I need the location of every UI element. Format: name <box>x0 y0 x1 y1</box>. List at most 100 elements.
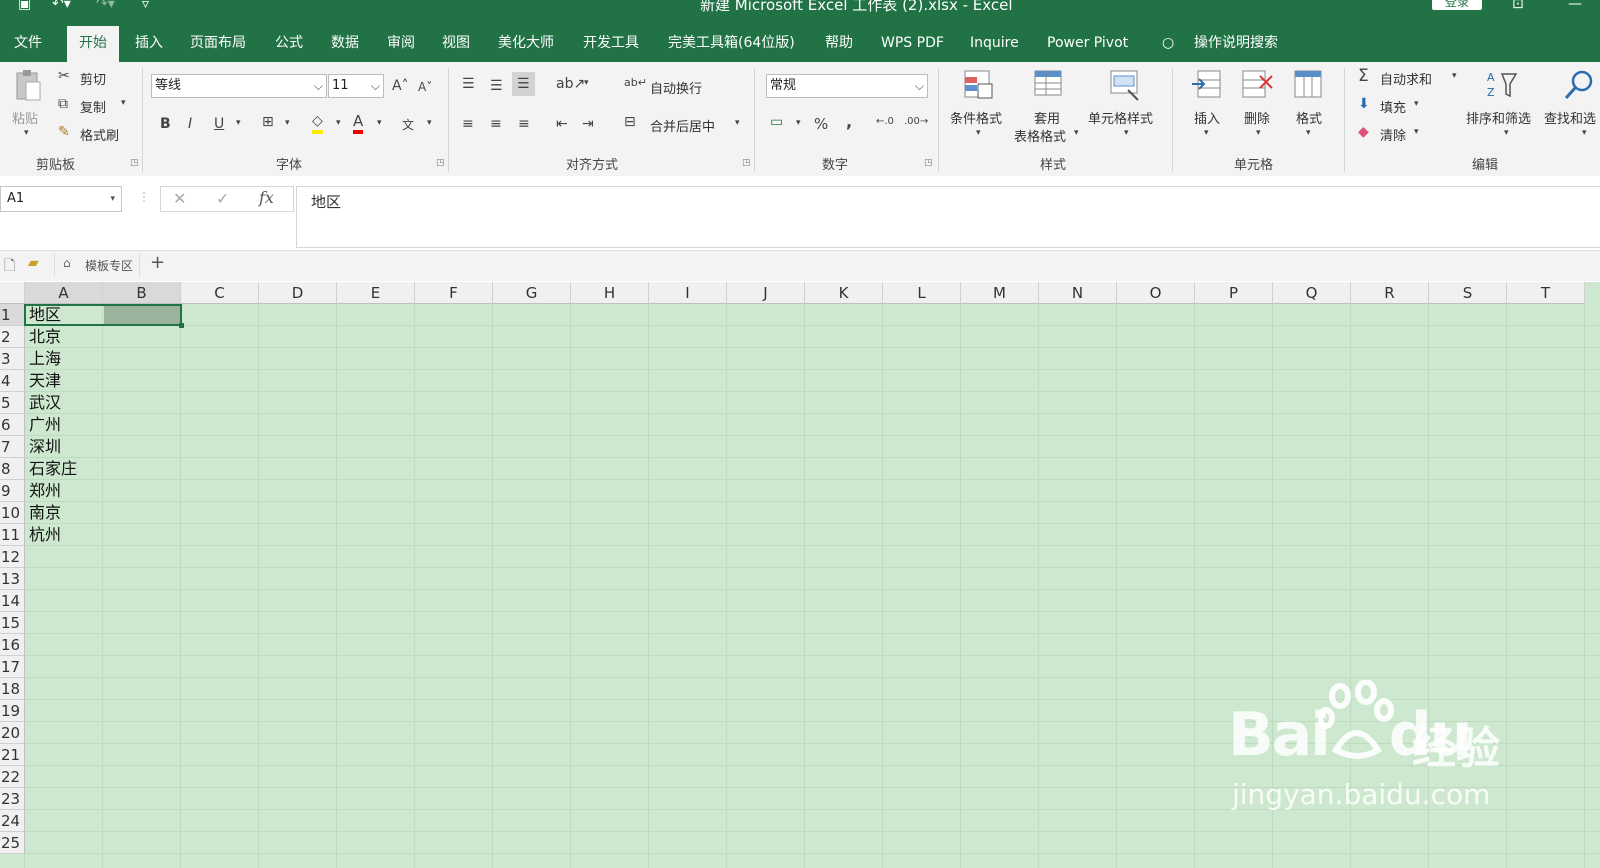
autosum-icon[interactable]: Σ <box>1358 66 1369 86</box>
fill-button[interactable]: 填充 <box>1380 97 1406 116</box>
cell-styles-icon[interactable] <box>1108 68 1142 102</box>
column-header-q[interactable]: Q <box>1273 282 1351 304</box>
row-header-25[interactable]: 25 <box>0 832 25 854</box>
column-header-e[interactable]: E <box>337 282 415 304</box>
row-header-15[interactable]: 15 <box>0 612 25 634</box>
autosum-button[interactable]: 自动求和 <box>1380 69 1432 88</box>
tab-inquire[interactable]: Inquire <box>970 24 1019 62</box>
chevron-down-icon[interactable]: ⌵ <box>314 75 323 97</box>
underline-dropdown-icon[interactable]: ▾ <box>236 118 241 128</box>
bold-button[interactable]: B <box>160 116 171 132</box>
merge-center-button[interactable]: 合并后居中 <box>650 116 715 135</box>
percent-button[interactable]: % <box>814 115 828 133</box>
cell-a2[interactable]: 北京 <box>25 326 61 348</box>
find-select-icon[interactable] <box>1562 68 1596 102</box>
delete-cells-icon[interactable] <box>1240 68 1274 102</box>
format-dropdown-icon[interactable]: ▾ <box>1306 128 1311 138</box>
format-cells-button[interactable]: 格式 <box>1296 108 1322 127</box>
column-header-h[interactable]: H <box>571 282 649 304</box>
tab-review[interactable]: 审阅 <box>387 24 415 62</box>
column-header-d[interactable]: D <box>259 282 337 304</box>
save-icon[interactable]: ▣ <box>18 0 31 12</box>
row-header-21[interactable]: 21 <box>0 744 25 766</box>
column-header-n[interactable]: N <box>1039 282 1117 304</box>
row-header-5[interactable]: 5 <box>0 392 25 414</box>
row-header-6[interactable]: 6 <box>0 414 25 436</box>
tab-insert[interactable]: 插入 <box>135 24 163 62</box>
tab-file[interactable]: 文件 <box>14 24 42 62</box>
conditional-format-button[interactable]: 条件格式 <box>950 108 1002 127</box>
cell-a3[interactable]: 上海 <box>25 348 61 370</box>
select-all-corner[interactable] <box>0 282 25 304</box>
formula-input[interactable]: 地区 <box>296 186 1600 248</box>
customize-qat-icon[interactable]: ▿ <box>142 0 149 12</box>
fill-color-dropdown-icon[interactable]: ▾ <box>336 118 341 128</box>
align-bottom-icon[interactable]: ☰ <box>512 72 535 96</box>
increase-decimal-icon[interactable]: ←.0 <box>876 116 894 127</box>
tab-power-pivot[interactable]: Power Pivot <box>1047 24 1128 62</box>
font-name-combo[interactable]: 等线 ⌵ <box>151 74 327 98</box>
fill-down-icon[interactable]: ⬇ <box>1358 96 1370 112</box>
cell-a11[interactable]: 杭州 <box>25 524 61 546</box>
cell-a5[interactable]: 武汉 <box>25 392 61 414</box>
tab-beautify[interactable]: 美化大师 <box>498 24 554 62</box>
row-header-24[interactable]: 24 <box>0 810 25 832</box>
add-tab-button[interactable]: + <box>150 252 165 273</box>
row-header-16[interactable]: 16 <box>0 634 25 656</box>
align-center-icon[interactable]: ≡ <box>490 116 502 132</box>
tab-wps-pdf[interactable]: WPS PDF <box>881 24 944 62</box>
phonetic-button[interactable]: 文 <box>402 116 414 133</box>
tab-toolbox[interactable]: 完美工具箱(64位版) <box>668 24 795 62</box>
column-header-o[interactable]: O <box>1117 282 1195 304</box>
cell-styles-button[interactable]: 单元格样式 <box>1088 108 1153 127</box>
login-button[interactable]: 登录 <box>1432 0 1482 10</box>
column-header-a[interactable]: A <box>25 282 103 304</box>
tab-view[interactable]: 视图 <box>442 24 470 62</box>
number-launcher-icon[interactable]: ◳ <box>924 158 933 168</box>
copy-button[interactable]: 复制 <box>80 97 106 116</box>
grow-font-icon[interactable]: A˄ <box>392 78 409 94</box>
row-header-22[interactable]: 22 <box>0 766 25 788</box>
fill-handle[interactable] <box>179 323 184 328</box>
delete-cells-button[interactable]: 删除 <box>1244 108 1270 127</box>
alignment-launcher-icon[interactable]: ◳ <box>742 158 751 168</box>
clear-dropdown-icon[interactable]: ▾ <box>1414 127 1419 137</box>
row-header-4[interactable]: 4 <box>0 370 25 392</box>
delete-dropdown-icon[interactable]: ▾ <box>1256 128 1261 138</box>
tell-me-search[interactable]: 操作说明搜索 <box>1194 24 1278 62</box>
chevron-down-icon[interactable]: ⌵ <box>915 75 924 97</box>
row-header-17[interactable]: 17 <box>0 656 25 678</box>
column-header-c[interactable]: C <box>181 282 259 304</box>
wrap-text-button[interactable]: 自动换行 <box>650 78 702 97</box>
name-box-dropdown-icon[interactable]: ▾ <box>110 187 115 211</box>
comma-button[interactable]: , <box>846 112 852 131</box>
decrease-indent-icon[interactable]: ⇤ <box>556 116 568 132</box>
cut-icon[interactable]: ✂ <box>58 68 70 84</box>
font-size-combo[interactable]: 11 ⌵ <box>328 74 384 98</box>
row-header-2[interactable]: 2 <box>0 326 25 348</box>
column-header-f[interactable]: F <box>415 282 493 304</box>
clipboard-launcher-icon[interactable]: ◳ <box>130 158 139 168</box>
insert-function-button[interactable]: fx <box>259 188 274 207</box>
name-box[interactable]: A1 ▾ <box>0 186 122 212</box>
paste-label[interactable]: 粘贴 <box>12 108 38 127</box>
column-header-p[interactable]: P <box>1195 282 1273 304</box>
format-painter-icon[interactable]: ✎ <box>58 124 70 140</box>
row-header-10[interactable]: 10 <box>0 502 25 524</box>
column-header-k[interactable]: K <box>805 282 883 304</box>
cell-a10[interactable]: 南京 <box>25 502 61 524</box>
font-launcher-icon[interactable]: ◳ <box>436 158 445 168</box>
column-header-l[interactable]: L <box>883 282 961 304</box>
accounting-format-icon[interactable]: ▭ <box>770 114 783 130</box>
orientation-icon[interactable]: ab↗ <box>556 76 585 92</box>
merge-center-icon[interactable]: ⊟ <box>624 114 636 130</box>
tab-home[interactable]: 开始 <box>67 26 119 62</box>
lightbulb-icon[interactable]: ○ <box>1162 24 1174 62</box>
row-header-19[interactable]: 19 <box>0 700 25 722</box>
row-header-8[interactable]: 8 <box>0 458 25 480</box>
underline-button[interactable]: U <box>214 116 224 132</box>
merge-dropdown-icon[interactable]: ▾ <box>735 118 740 128</box>
sort-filter-icon[interactable]: AZ <box>1484 68 1518 102</box>
copy-icon[interactable]: ⧉ <box>58 96 68 112</box>
find-dropdown-icon[interactable]: ▾ <box>1582 128 1587 138</box>
